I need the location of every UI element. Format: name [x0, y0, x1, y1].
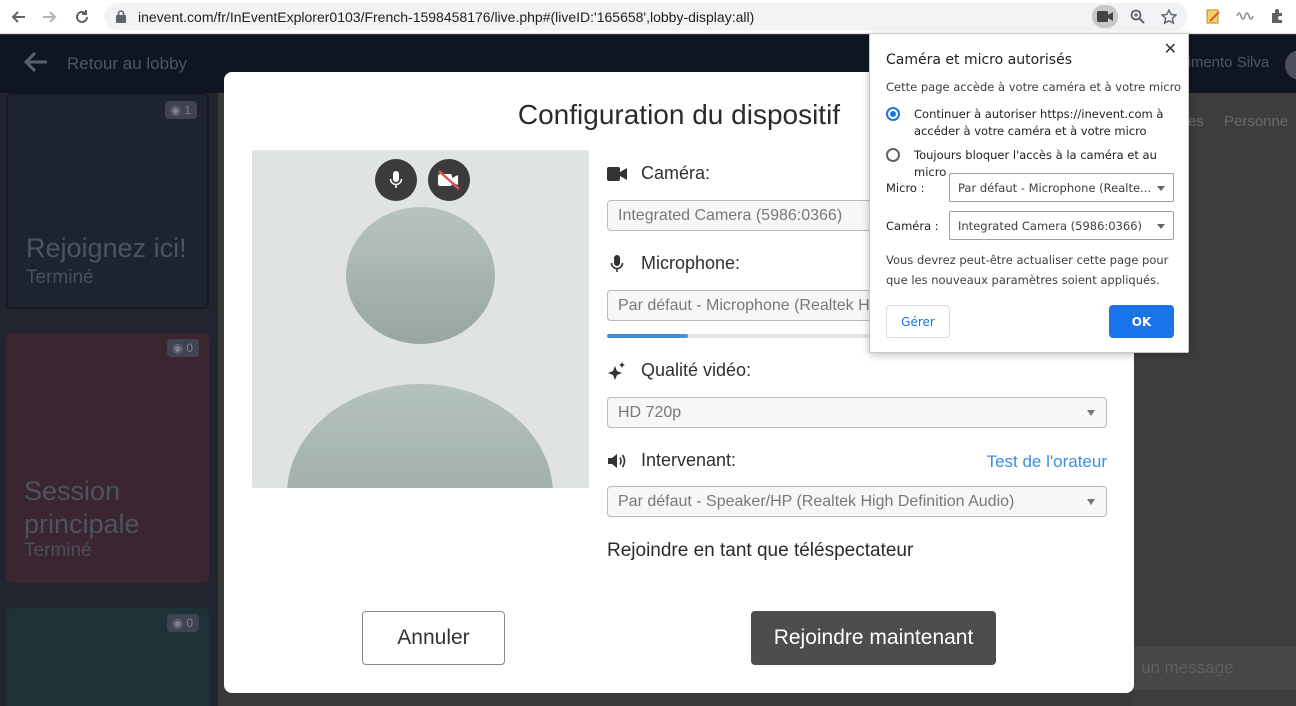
video-quality-select[interactable]: HD 720p: [607, 397, 1107, 428]
microphone-field-label: Microphone:: [607, 253, 740, 274]
forward-arrow-icon[interactable]: [34, 1, 66, 33]
browser-toolbar: inevent.com/fr/InEventExplorer0103/Frenc…: [0, 0, 1296, 34]
user-name: cimento Silva: [1180, 54, 1270, 71]
manage-button[interactable]: Gérer: [886, 305, 950, 338]
popup-description: Cette page accède à votre caméra et à vo…: [886, 80, 1182, 94]
camera-label: Caméra :: [886, 219, 939, 233]
room-status: Terminé: [26, 267, 94, 288]
mic-level-meter: [607, 334, 907, 338]
video-camera-icon: [607, 166, 627, 181]
speaker-volume-icon: [607, 453, 627, 469]
microphone-toggle-button[interactable]: [375, 159, 417, 201]
camera-field-label: Caméra:: [607, 163, 710, 184]
back-arrow-icon[interactable]: [2, 1, 34, 33]
sparkle-star-icon: [607, 361, 627, 381]
microphone-icon: [607, 254, 627, 274]
viewer-count-badge: ◉ 0: [166, 614, 199, 632]
quality-field-label: Qualité vidéo:: [607, 360, 751, 381]
join-as-viewer-option[interactable]: Rejoindre en tant que téléspectateur: [607, 540, 913, 562]
tab-people[interactable]: Personne: [1224, 113, 1288, 130]
back-to-lobby-link[interactable]: Retour au lobby: [67, 54, 187, 74]
micro-label: Micro :: [886, 181, 925, 195]
back-to-lobby-icon[interactable]: [23, 49, 48, 80]
speaker-field-label: Intervenant:: [607, 450, 736, 471]
radio-unselected[interactable]: [886, 148, 900, 162]
notes-extension-icon[interactable]: [1202, 5, 1224, 27]
camera-permission-popup: Caméra et micro autorisés ✕ Cette page a…: [869, 33, 1189, 353]
url-text: inevent.com/fr/InEventExplorer0103/Frenc…: [138, 8, 755, 25]
zoom-icon[interactable]: [1124, 5, 1150, 28]
room-card[interactable]: ◉ 1 Rejoignez ici! Terminé: [6, 93, 209, 309]
camera-device-select[interactable]: Integrated Camera (5986:0366): [949, 211, 1174, 240]
camera-off-toggle-button[interactable]: [428, 159, 470, 201]
reload-icon[interactable]: [66, 1, 98, 33]
ok-button[interactable]: OK: [1109, 305, 1174, 338]
micro-device-select[interactable]: Par défaut - Microphone (Realte...: [949, 173, 1174, 202]
room-card[interactable]: ◉ 0 Session principale Terminé: [6, 333, 209, 583]
cancel-button[interactable]: Annuler: [362, 611, 505, 665]
message-input[interactable]: un message: [1134, 646, 1296, 690]
close-icon[interactable]: ✕: [1164, 39, 1177, 58]
avatar-body-placeholder: [287, 384, 553, 488]
camera-permission-icon[interactable]: [1092, 5, 1118, 28]
test-speaker-link[interactable]: Test de l'orateur: [987, 452, 1107, 472]
wave-extension-icon[interactable]: [1234, 5, 1256, 27]
radio-selected[interactable]: [886, 107, 900, 121]
tab-participants[interactable]: es: [1188, 113, 1204, 130]
room-status: Terminé: [24, 540, 92, 561]
rooms-column: ◉ 1 Rejoignez ici! Terminé ◉ 0 Session p…: [0, 93, 218, 706]
speaker-select[interactable]: Par défaut - Speaker/HP (Realtek High De…: [607, 486, 1107, 517]
allow-radio-option[interactable]: Continuer à autoriser https://inevent.co…: [886, 106, 1176, 140]
address-bar[interactable]: inevent.com/fr/InEventExplorer0103/Frenc…: [104, 3, 1188, 30]
lock-icon[interactable]: [116, 10, 128, 24]
camera-preview: [252, 150, 589, 488]
avatar[interactable]: [1285, 50, 1296, 80]
popup-title: Caméra et micro autorisés: [886, 52, 1072, 68]
puzzle-extensions-icon[interactable]: [1266, 5, 1288, 27]
mic-level-fill: [607, 334, 688, 338]
viewer-count-badge: ◉ 1: [164, 101, 197, 119]
join-now-button[interactable]: Rejoindre maintenant: [751, 611, 996, 665]
avatar-head-placeholder: [346, 207, 495, 344]
room-title: Rejoignez ici!: [26, 233, 187, 263]
bookmark-star-icon[interactable]: [1156, 5, 1182, 28]
room-card[interactable]: ◉ 0: [6, 608, 209, 706]
viewer-count-badge: ◉ 0: [166, 339, 199, 357]
message-placeholder: un message: [1141, 658, 1234, 677]
refresh-note: Vous devrez peut-être actualiser cette p…: [886, 253, 1169, 287]
room-title: Session principale: [24, 476, 140, 539]
